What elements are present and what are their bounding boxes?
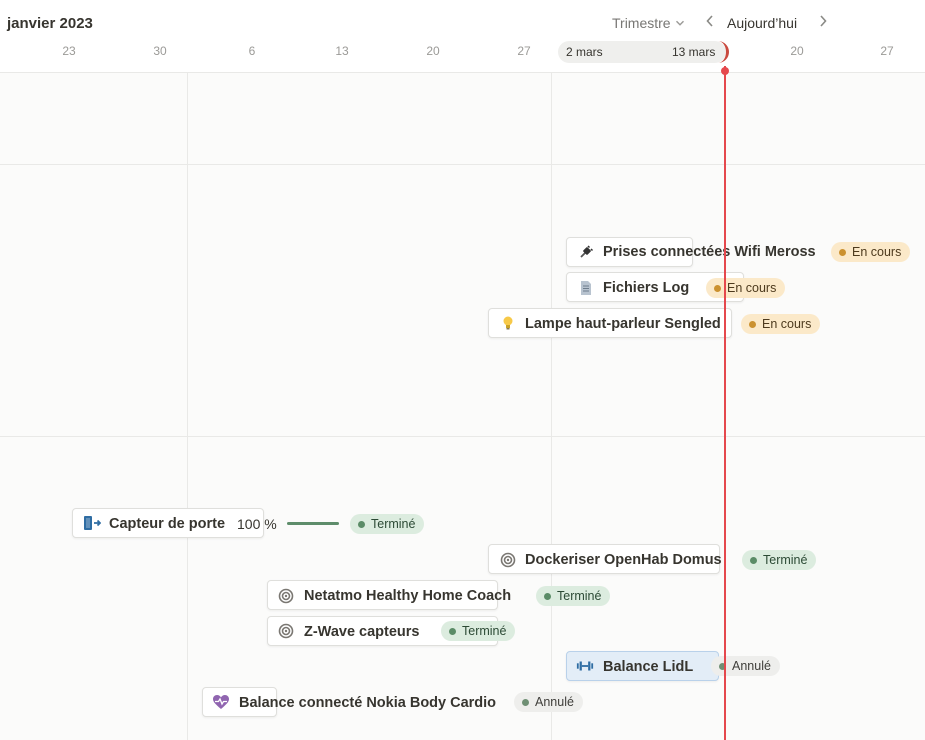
status-dot bbox=[839, 248, 846, 256]
today-marker-line bbox=[724, 66, 726, 740]
period-label: Trimestre bbox=[612, 15, 671, 31]
heart-pulse-icon bbox=[212, 693, 230, 711]
header-divider bbox=[0, 72, 925, 73]
date-tick: 20 bbox=[790, 44, 804, 58]
item-title: Capteur de porte bbox=[109, 516, 226, 532]
target-icon bbox=[277, 587, 295, 605]
status-badge: Terminé bbox=[536, 586, 611, 606]
status-dot bbox=[449, 627, 456, 635]
item-title: Lampe haut-parleur Sengled bbox=[525, 316, 721, 332]
item-title: Prises connectées Wifi Meross bbox=[603, 244, 816, 260]
status-dot bbox=[714, 284, 721, 292]
date-tick: 6 bbox=[248, 44, 256, 58]
chevron-down-icon bbox=[675, 20, 684, 26]
target-icon bbox=[499, 551, 517, 569]
status-badge: Annulé bbox=[514, 692, 583, 712]
item-title: Balance connecté Nokia Body Cardio bbox=[239, 695, 497, 711]
target-icon bbox=[277, 622, 295, 640]
chevron-left-icon[interactable] bbox=[703, 14, 717, 33]
date-tick: 30 bbox=[153, 44, 167, 58]
range-drag-handle[interactable] bbox=[714, 40, 732, 64]
group-divider bbox=[0, 164, 925, 165]
status-dot bbox=[750, 556, 757, 564]
date-tick: 13 bbox=[335, 44, 349, 58]
status-badge: En cours bbox=[741, 314, 821, 334]
plug-icon bbox=[577, 243, 595, 261]
month-gridline bbox=[551, 72, 552, 740]
progress-label: 100 % bbox=[237, 516, 277, 532]
date-tick: 27 bbox=[880, 44, 894, 58]
status-badge: Annulé bbox=[711, 656, 780, 676]
item-title: Fichiers Log bbox=[603, 280, 690, 296]
status-dot bbox=[358, 520, 365, 528]
date-tick: 20 bbox=[426, 44, 440, 58]
document-icon bbox=[577, 279, 595, 297]
item-title: Dockeriser OpenHab Domus bbox=[525, 552, 722, 568]
item-title: Z-Wave capteurs bbox=[304, 624, 420, 640]
status-dot bbox=[522, 698, 529, 706]
dumbbell-icon bbox=[576, 657, 594, 675]
month-title: janvier 2023 bbox=[7, 15, 93, 32]
chevron-right-icon[interactable] bbox=[816, 14, 830, 33]
status-badge: Terminé bbox=[742, 550, 817, 570]
status-badge: Terminé bbox=[441, 621, 516, 641]
item-title: Balance LidL bbox=[603, 659, 694, 675]
today-button[interactable]: Aujourd’hui bbox=[727, 15, 797, 31]
item-title: Netatmo Healthy Home Coach bbox=[304, 588, 512, 604]
status-dot bbox=[749, 320, 756, 328]
group-divider bbox=[0, 436, 925, 437]
date-tick: 23 bbox=[62, 44, 76, 58]
status-dot bbox=[544, 592, 551, 600]
date-tick: 27 bbox=[517, 44, 531, 58]
progress-bar bbox=[287, 522, 339, 525]
lightbulb-icon bbox=[499, 314, 517, 332]
today-marker-dot bbox=[721, 67, 729, 75]
status-badge: En cours bbox=[706, 278, 786, 298]
door-exit-icon bbox=[83, 514, 101, 532]
timeline-header: janvier 2023 Trimestre Aujourd’hui 23 30… bbox=[0, 0, 925, 72]
status-badge: Terminé bbox=[350, 514, 425, 534]
month-gridline bbox=[187, 72, 188, 740]
timeline-dates: 23 30 6 13 20 27 20 27 bbox=[0, 44, 925, 62]
range-end-label: 13 mars bbox=[672, 45, 716, 59]
range-start-label: 2 mars bbox=[566, 45, 603, 59]
period-select[interactable]: Trimestre bbox=[612, 15, 685, 31]
status-badge: En cours bbox=[831, 242, 911, 262]
